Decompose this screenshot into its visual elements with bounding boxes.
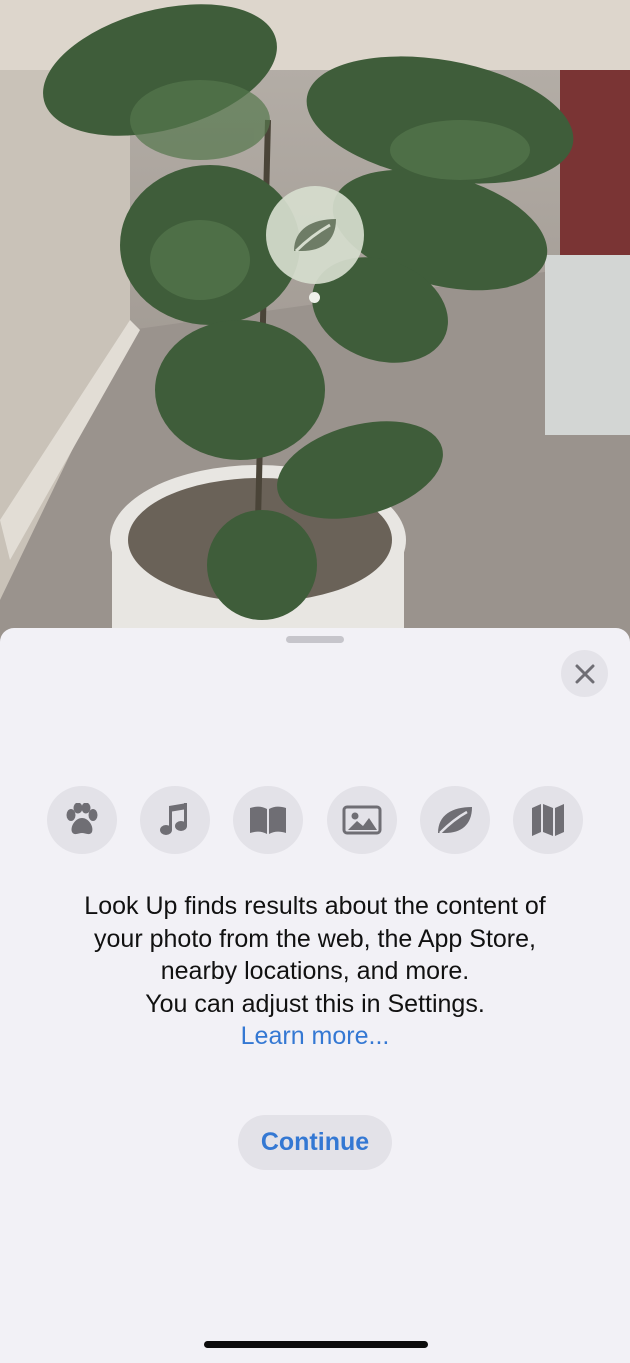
description-line: You can adjust this in Settings.	[145, 989, 485, 1018]
learn-more-link[interactable]: Learn more...	[0, 1020, 630, 1053]
book-icon	[250, 806, 287, 834]
close-button[interactable]	[561, 650, 608, 697]
music-note-icon	[160, 803, 188, 835]
description-line: Look Up finds results about the content …	[84, 892, 546, 920]
continue-button[interactable]: Continue	[238, 1115, 392, 1170]
leaf-icon	[294, 219, 336, 253]
leaf-icon	[437, 807, 472, 834]
landmarks-category-button[interactable]	[512, 786, 583, 854]
photo-icon	[342, 805, 382, 835]
art-category-button[interactable]	[326, 786, 397, 854]
visual-lookup-badge[interactable]	[266, 186, 364, 284]
close-icon	[575, 664, 594, 683]
pets-category-button[interactable]	[47, 786, 117, 854]
home-indicator[interactable]	[204, 1341, 428, 1348]
books-category-button[interactable]	[233, 786, 304, 854]
paw-icon	[66, 803, 98, 835]
photo-view	[0, 0, 630, 660]
plant-photo	[0, 0, 630, 660]
lookup-sheet: Look Up finds results about the content …	[0, 628, 630, 1363]
map-icon	[531, 804, 564, 836]
plants-category-button[interactable]	[419, 786, 490, 854]
description-line: your photo from the web, the App Store,	[94, 924, 536, 953]
music-category-button[interactable]	[140, 786, 211, 854]
category-icon-row	[47, 786, 583, 854]
description-line: nearby locations, and more.	[160, 957, 470, 985]
lookup-pointer-dot	[309, 292, 320, 303]
sheet-grabber[interactable]	[286, 636, 344, 643]
lookup-description: Look Up finds results about the content …	[0, 890, 630, 1053]
